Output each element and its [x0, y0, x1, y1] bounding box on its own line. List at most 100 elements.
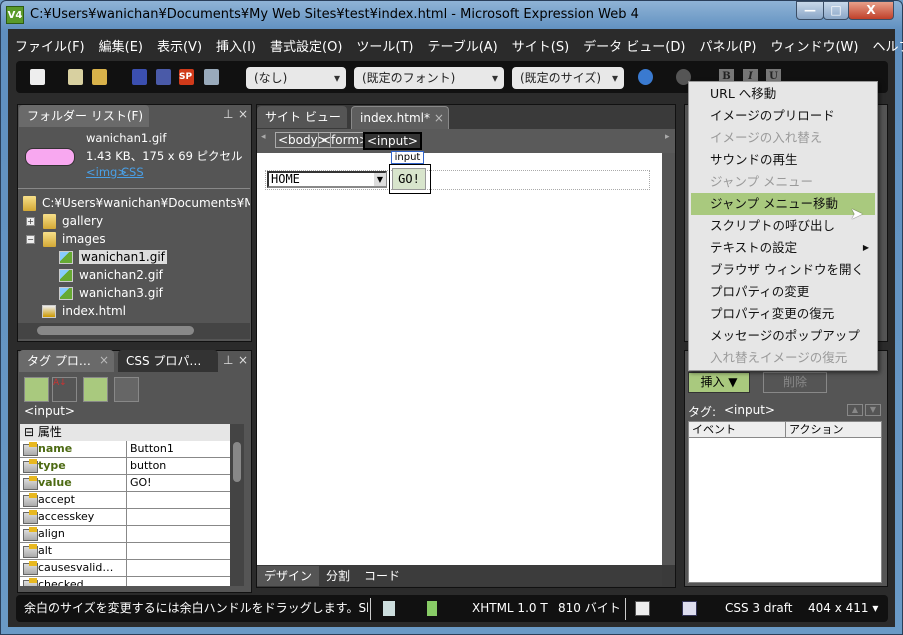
menu-item[interactable]: サウンドの再生 [691, 149, 875, 171]
pin-icon[interactable]: ⊥ [223, 107, 233, 121]
style-app-icon[interactable] [682, 601, 697, 616]
minimize-button[interactable]: — [796, 1, 824, 20]
section-header[interactable]: ⊟ 属性 [20, 424, 230, 441]
property-row[interactable]: alt [20, 543, 230, 560]
folder-list-tab[interactable]: フォルダー リスト(F) [19, 105, 149, 127]
tab-code[interactable]: コード [357, 566, 407, 586]
menu-site[interactable]: サイト(S) [505, 32, 576, 56]
menu-item[interactable]: スクリプトの呼び出し [691, 215, 875, 237]
scrollbar-thumb[interactable] [37, 326, 194, 335]
insert-behavior-button[interactable]: 挿入 ▼ [688, 372, 750, 393]
column-action[interactable]: アクション [786, 422, 881, 438]
property-value[interactable] [127, 492, 130, 508]
property-value[interactable] [127, 543, 130, 559]
save-icon[interactable] [132, 69, 147, 85]
css-link[interactable]: CSS [121, 165, 144, 179]
style-select[interactable]: (なし) [246, 67, 346, 89]
property-row[interactable]: align [20, 526, 230, 543]
size-select[interactable]: (既定のサイズ) [512, 67, 624, 89]
tab-site-view[interactable]: サイト ビュー [257, 106, 347, 128]
page-size[interactable]: 404 x 411 ▾ [808, 595, 878, 621]
horizontal-scrollbar[interactable] [18, 323, 250, 339]
menu-item[interactable]: イメージのプリロード [691, 105, 875, 127]
property-value[interactable] [127, 560, 130, 576]
menu-table[interactable]: テーブル(A) [421, 32, 505, 56]
close-icon[interactable]: × [238, 353, 248, 367]
new-list-icon[interactable] [68, 69, 83, 85]
move-down-icon[interactable]: ▼ [865, 404, 881, 416]
tab-design[interactable]: デザイン [257, 566, 320, 586]
expand-icon[interactable]: + [26, 217, 35, 226]
move-up-icon[interactable]: ▲ [847, 404, 863, 416]
dropdown-arrow-icon[interactable]: ▼ [374, 173, 386, 186]
collapse-icon[interactable]: − [26, 235, 35, 244]
menu-item[interactable]: プロパティの変更 [691, 281, 875, 303]
property-row[interactable]: type button [20, 458, 230, 475]
maximize-button[interactable]: □ [823, 1, 849, 20]
property-row[interactable]: accept [20, 492, 230, 509]
open-folder-icon[interactable] [92, 69, 107, 85]
property-row[interactable]: accesskey [20, 509, 230, 526]
property-row[interactable]: checked [20, 577, 230, 586]
scrollbar-thumb[interactable] [233, 442, 241, 482]
breadcrumb-input[interactable]: <input> [363, 132, 422, 150]
property-value[interactable] [127, 526, 130, 542]
close-tab-icon[interactable]: × [434, 111, 444, 125]
menu-item[interactable]: プロパティ変更の復元 [691, 303, 875, 325]
doctype[interactable]: XHTML 1.0 T [472, 595, 548, 621]
menu-tools[interactable]: ツール(T) [349, 32, 420, 56]
property-row[interactable]: value GO! [20, 475, 230, 492]
vertical-scrollbar[interactable] [230, 424, 244, 586]
go-button[interactable]: GO! [392, 168, 426, 190]
delete-behavior-button[interactable]: 削除 [763, 372, 827, 393]
collapse-icon[interactable]: ⊟ [24, 425, 38, 439]
menu-window[interactable]: ウィンドウ(W) [763, 32, 865, 56]
preview-icon[interactable] [204, 69, 219, 85]
scroll-left-icon[interactable]: ◂ [261, 132, 266, 142]
menu-item[interactable]: ブラウザ ウィンドウを開く [691, 259, 875, 281]
css-schema[interactable]: CSS 3 draft [725, 595, 793, 621]
save-all-icon[interactable] [156, 69, 171, 85]
property-row[interactable]: causesvalid… [20, 560, 230, 577]
tab-index-html[interactable]: index.html* × [351, 106, 449, 129]
tag-properties-icon[interactable] [114, 377, 139, 402]
menu-item[interactable]: URL へ移動 [691, 83, 875, 105]
compatibility-icon[interactable] [383, 601, 395, 616]
font-select[interactable]: (既定のフォント) [354, 67, 504, 89]
visual-aids-icon[interactable] [635, 601, 650, 616]
pin-icon[interactable]: ⊥ [223, 353, 233, 367]
show-set-properties-icon[interactable] [83, 377, 108, 402]
menu-format[interactable]: 書式設定(O) [263, 32, 349, 56]
splitter[interactable] [18, 188, 250, 189]
close-tab-icon[interactable]: × [99, 353, 109, 367]
tree-item-gallery[interactable]: + gallery [26, 212, 103, 230]
tree-item-images[interactable]: − images [26, 230, 106, 248]
undo-icon[interactable] [638, 69, 653, 85]
scroll-right-icon[interactable]: ▸ [665, 132, 670, 142]
property-row[interactable]: name Button1 [20, 441, 230, 458]
sharepoint-icon[interactable]: SP [179, 69, 194, 85]
property-value[interactable]: Button1 [127, 441, 174, 457]
menu-dataview[interactable]: データ ビュー(D) [576, 32, 692, 56]
tree-item-wanichan3[interactable]: wanichan3.gif [59, 284, 163, 302]
categorized-view-icon[interactable] [24, 377, 49, 402]
tree-item-index[interactable]: index.html [42, 302, 126, 320]
close-button[interactable]: X [848, 1, 894, 20]
sort-az-icon[interactable]: A↓ [52, 377, 77, 402]
vertical-scrollbar[interactable] [662, 153, 675, 565]
tab-css-properties[interactable]: CSS プロパ… [118, 350, 218, 372]
property-value[interactable] [127, 577, 130, 586]
menu-file[interactable]: ファイル(F) [8, 32, 92, 56]
menu-insert[interactable]: 挿入(I) [209, 32, 263, 56]
menu-item[interactable]: メッセージのポップアップ [691, 325, 875, 347]
tree-item-wanichan2[interactable]: wanichan2.gif [59, 266, 163, 284]
tab-split[interactable]: 分割 [319, 566, 357, 586]
menu-panels[interactable]: パネル(P) [692, 32, 763, 56]
property-value[interactable] [127, 509, 130, 525]
property-value[interactable]: button [127, 458, 166, 474]
menu-help[interactable]: ヘルプ(H) [865, 32, 903, 56]
tree-root[interactable]: C:¥Users¥wanichan¥Documents¥My Web Sites… [23, 194, 250, 212]
menu-edit[interactable]: 編集(E) [92, 32, 150, 56]
jump-menu-select[interactable]: HOME [267, 171, 387, 188]
property-value[interactable]: GO! [127, 475, 152, 491]
